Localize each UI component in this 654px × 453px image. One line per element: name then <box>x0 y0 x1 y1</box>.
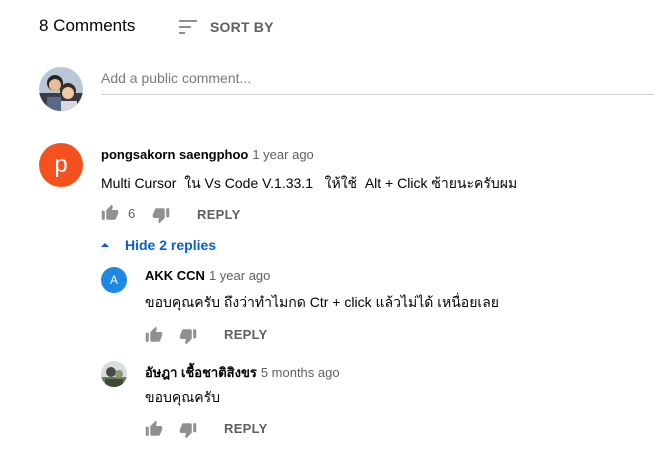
hide-replies-button[interactable]: Hide 2 replies <box>99 237 216 253</box>
reply-text: ขอบคุณครับ <box>145 389 220 405</box>
sort-icon <box>179 20 197 34</box>
reply-avatar[interactable] <box>101 361 127 387</box>
thumb-down-icon <box>152 208 170 224</box>
comment-author[interactable]: pongsakorn saengphoo <box>101 147 248 162</box>
reply-button[interactable]: REPLY <box>197 207 241 222</box>
reply-author[interactable]: อัษฎา เชื้อชาติสิงขร <box>145 362 257 383</box>
reply-dislike-button[interactable] <box>179 327 197 345</box>
reply-reply-button[interactable]: REPLY <box>224 421 268 436</box>
like-button[interactable] <box>101 204 119 222</box>
reply-like-button[interactable] <box>145 420 163 438</box>
user-photo-icon <box>39 67 83 111</box>
input-underline <box>101 94 654 95</box>
reply-reply-button[interactable]: REPLY <box>224 327 268 342</box>
thumb-up-icon <box>101 204 119 220</box>
thumb-up-icon <box>145 420 163 436</box>
reply-time[interactable]: 5 months ago <box>261 365 340 380</box>
comment-header: pongsakorn saengphoo 1 year ago <box>101 147 314 162</box>
add-comment-input[interactable]: Add a public comment... <box>101 70 251 86</box>
dislike-button[interactable] <box>152 206 170 224</box>
thumb-up-icon <box>145 326 163 342</box>
sort-by-button[interactable]: SORT BY <box>176 15 274 39</box>
thumb-down-icon <box>179 423 197 439</box>
like-count: 6 <box>128 206 136 221</box>
reply-author[interactable]: AKK CCN <box>145 268 205 283</box>
caret-up-icon <box>101 243 109 247</box>
comment-time[interactable]: 1 year ago <box>252 147 313 162</box>
reply-dislike-button[interactable] <box>179 421 197 439</box>
reply-header: อัษฎา เชื้อชาติสิงขร 5 months ago <box>145 362 340 383</box>
reply-text: ขอบคุณครับ ถึงว่าทำไมกด Ctr + click แล้ว… <box>145 294 499 310</box>
comment-text: Multi Cursor ใน Vs Code V.1.33.1 ให้ใช้ … <box>101 175 518 191</box>
user-photo-icon <box>101 361 127 387</box>
comment-avatar[interactable]: p <box>39 143 83 187</box>
hide-replies-label: Hide 2 replies <box>125 237 217 253</box>
reply-time[interactable]: 1 year ago <box>209 268 270 283</box>
reply-like-button[interactable] <box>145 326 163 344</box>
reply-header: AKK CCN 1 year ago <box>145 268 270 283</box>
sort-by-label: SORT BY <box>210 19 274 35</box>
comments-count: 8 Comments <box>39 16 136 35</box>
thumb-down-icon <box>179 329 197 345</box>
user-avatar[interactable] <box>39 67 83 111</box>
reply-avatar[interactable]: A <box>101 267 127 293</box>
